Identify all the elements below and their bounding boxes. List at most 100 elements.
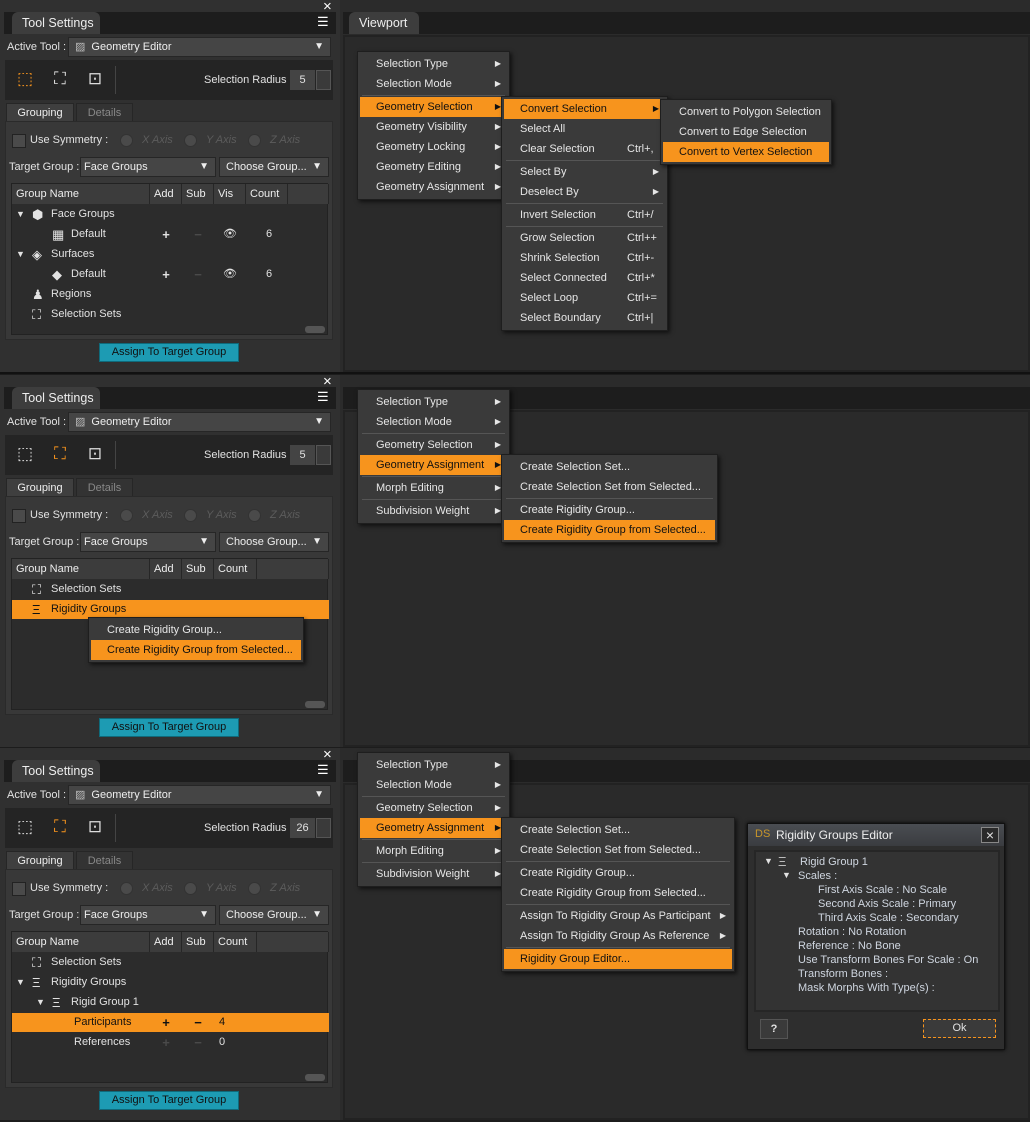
menu-item[interactable]: Select Connected Ctrl+* — [504, 268, 665, 288]
menu-item[interactable]: Geometry Selection ▶ — [360, 435, 507, 455]
rectangle-select-icon[interactable]: ⊡ — [85, 68, 105, 90]
target-group-dropdown[interactable]: Face Groups ▼ — [80, 905, 216, 925]
menu-item[interactable]: Geometry Selection ▶ — [360, 97, 507, 117]
column-header-sub[interactable]: Sub — [182, 559, 214, 579]
tab-grouping[interactable]: Grouping — [6, 478, 74, 497]
horizontal-scrollbar[interactable] — [305, 1074, 325, 1081]
assign-to-target-group-button[interactable]: Assign To Target Group — [99, 343, 239, 362]
table-row[interactable]: ⛶ Selection Sets — [12, 580, 329, 599]
table-row[interactable]: ▼ Ξ Rigidity Groups — [12, 973, 329, 992]
menu-item[interactable]: Create Selection Set from Selected... — [504, 477, 715, 497]
menu-item[interactable]: Convert Selection ▶ — [504, 99, 665, 119]
assign-to-target-group-button[interactable]: Assign To Target Group — [99, 1091, 239, 1110]
active-tool-dropdown[interactable]: ▨ Geometry Editor ▼ — [68, 37, 331, 57]
tree-item[interactable]: Rigid Group 1 — [800, 856, 868, 868]
tab-tool-settings[interactable]: Tool Settings — [12, 387, 100, 409]
column-header-add[interactable]: Add — [150, 559, 182, 579]
tree-item[interactable]: Rotation : No Rotation — [798, 926, 906, 938]
assign-to-target-group-button[interactable]: Assign To Target Group — [99, 718, 239, 737]
lasso-select-icon[interactable]: ⛶ — [50, 68, 70, 90]
table-row[interactable]: ⛶ Selection Sets — [12, 305, 329, 324]
menu-item[interactable]: Geometry Selection ▶ — [360, 798, 507, 818]
context-menu-item[interactable]: Create Rigidity Group from Selected... — [91, 640, 301, 660]
menu-item[interactable]: Convert to Polygon Selection — [663, 102, 829, 122]
menu-item[interactable]: Geometry Assignment ▶ — [360, 455, 507, 475]
menu-item[interactable]: Create Selection Set from Selected... — [504, 840, 732, 860]
sub-button[interactable]: − — [184, 1013, 212, 1032]
tree-item[interactable]: Scales : — [798, 870, 837, 882]
panel-menu-icon[interactable]: ☰ — [317, 389, 329, 405]
menu-item[interactable]: Grow Selection Ctrl++ — [504, 228, 665, 248]
visibility-eye-icon[interactable]: 👁 — [218, 225, 242, 244]
add-button[interactable]: + — [152, 1013, 180, 1032]
menu-item[interactable]: Deselect By ▶ — [504, 182, 665, 202]
rectangle-select-icon[interactable]: ⊡ — [85, 816, 105, 838]
tab-grouping[interactable]: Grouping — [6, 851, 74, 870]
selection-radius-stepper[interactable] — [316, 70, 331, 90]
column-header-count[interactable]: Count — [246, 184, 288, 204]
tree-item[interactable]: Mask Morphs With Type(s) : — [798, 982, 935, 994]
add-button[interactable]: + — [152, 1033, 180, 1052]
tab-tool-settings[interactable]: Tool Settings — [12, 12, 100, 34]
axis-radio-0[interactable] — [120, 134, 133, 147]
ok-button[interactable]: Ok — [923, 1019, 996, 1038]
menu-item[interactable]: Geometry Assignment ▶ — [360, 818, 507, 838]
axis-radio-0[interactable] — [120, 509, 133, 522]
menu-item[interactable]: Invert Selection Ctrl+/ — [504, 205, 665, 225]
menu-item[interactable]: Shrink Selection Ctrl+- — [504, 248, 665, 268]
column-header-add[interactable]: Add — [150, 932, 182, 952]
expand-arrow-icon[interactable]: ▼ — [36, 993, 45, 1012]
visibility-eye-icon[interactable]: 👁 — [218, 265, 242, 284]
axis-radio-0[interactable] — [120, 882, 133, 895]
selection-radius-input[interactable]: 26 — [290, 818, 315, 838]
tree-item[interactable]: Reference : No Bone — [798, 940, 901, 952]
menu-item[interactable]: Selection Type ▶ — [360, 755, 507, 775]
column-header-count[interactable]: Count — [214, 559, 257, 579]
menu-item[interactable]: Select Loop Ctrl+= — [504, 288, 665, 308]
column-header-sub[interactable]: Sub — [182, 184, 214, 204]
menu-item[interactable]: Selection Type ▶ — [360, 392, 507, 412]
menu-item[interactable]: Selection Mode ▶ — [360, 412, 507, 432]
menu-item[interactable]: Create Selection Set... — [504, 820, 732, 840]
choose-group-dropdown[interactable]: Choose Group... ▼ — [219, 905, 329, 925]
selection-radius-stepper[interactable] — [316, 445, 331, 465]
menu-item[interactable]: Select All — [504, 119, 665, 139]
menu-item[interactable]: Create Rigidity Group from Selected... — [504, 883, 732, 903]
use-symmetry-checkbox[interactable] — [12, 882, 26, 896]
table-row[interactable]: ▦ Default + − 👁 6 — [12, 225, 329, 244]
menu-item[interactable]: Subdivision Weight ▶ — [360, 501, 507, 521]
panel-menu-icon[interactable]: ☰ — [317, 762, 329, 778]
context-menu-item[interactable]: Create Rigidity Group... — [91, 620, 301, 640]
axis-radio-2[interactable] — [248, 882, 261, 895]
menu-item[interactable]: Selection Type ▶ — [360, 54, 507, 74]
menu-item[interactable]: Geometry Locking ▶ — [360, 137, 507, 157]
drag-select-icon[interactable]: ⬚ — [15, 443, 35, 465]
table-row[interactable]: ⛶ Selection Sets — [12, 953, 329, 972]
expand-arrow-icon[interactable]: ▼ — [16, 205, 25, 224]
active-tool-dropdown[interactable]: ▨ Geometry Editor ▼ — [68, 785, 331, 805]
add-button[interactable]: + — [152, 225, 180, 244]
use-symmetry-checkbox[interactable] — [12, 509, 26, 523]
lasso-select-icon[interactable]: ⛶ — [50, 816, 70, 838]
axis-radio-1[interactable] — [184, 134, 197, 147]
menu-item[interactable]: Clear Selection Ctrl+, — [504, 139, 665, 159]
selection-radius-input[interactable]: 5 — [290, 70, 315, 90]
expand-arrow-icon[interactable]: ▼ — [16, 245, 25, 264]
sub-button[interactable]: − — [184, 265, 212, 284]
column-header-group-name[interactable]: Group Name — [12, 559, 150, 579]
table-row[interactable]: ◆ Default + − 👁 6 — [12, 265, 329, 284]
axis-radio-2[interactable] — [248, 134, 261, 147]
panel-menu-icon[interactable]: ☰ — [317, 14, 329, 30]
tab-tool-settings[interactable]: Tool Settings — [12, 760, 100, 782]
lasso-select-icon[interactable]: ⛶ — [50, 443, 70, 465]
help-button[interactable]: ? — [760, 1019, 788, 1039]
active-tool-dropdown[interactable]: ▨ Geometry Editor ▼ — [68, 412, 331, 432]
column-header-count[interactable]: Count — [214, 932, 257, 952]
menu-item[interactable]: Assign To Rigidity Group As Reference ▶ — [504, 926, 732, 946]
use-symmetry-checkbox[interactable] — [12, 134, 26, 148]
target-group-dropdown[interactable]: Face Groups ▼ — [80, 157, 216, 177]
horizontal-scrollbar[interactable] — [305, 326, 325, 333]
expand-arrow-icon[interactable]: ▼ — [764, 856, 773, 866]
column-header-group-name[interactable]: Group Name — [12, 184, 150, 204]
tab-details[interactable]: Details — [76, 103, 133, 122]
